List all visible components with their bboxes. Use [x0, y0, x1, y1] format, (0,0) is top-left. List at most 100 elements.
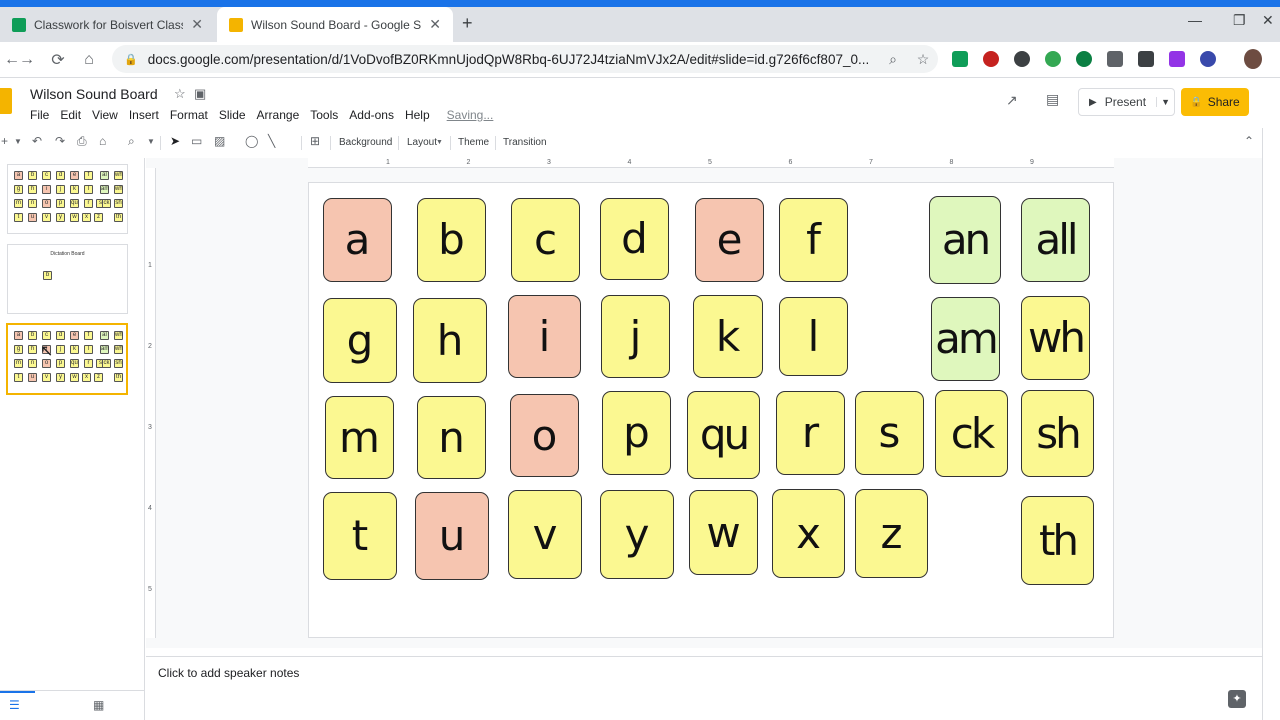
menu-file[interactable]: File	[30, 108, 49, 122]
sound-card-ck[interactable]: ck	[935, 390, 1008, 477]
minimize-icon[interactable]: —	[1188, 12, 1202, 28]
menu-help[interactable]: Help	[405, 108, 430, 122]
search-icon[interactable]: ⌕	[878, 51, 908, 68]
slide-thumbnail-3[interactable]: a b c d e f al wh g h i j k l am wh m n o p qu r s ck sh t u v y w x z t…	[6, 323, 128, 395]
menu-arrange[interactable]: Arrange	[257, 108, 300, 122]
sound-card-w[interactable]: w	[689, 490, 758, 575]
vertical-ruler[interactable]: 1 2 3 4 5	[146, 168, 156, 638]
sound-card-d[interactable]: d	[600, 198, 669, 280]
sound-card-n[interactable]: n	[417, 396, 486, 479]
sound-card-z[interactable]: z	[855, 489, 928, 578]
grid-view-icon[interactable]: ▦	[93, 698, 104, 712]
slides-logo-icon[interactable]	[0, 88, 12, 114]
sound-card-qu[interactable]: qu	[687, 391, 760, 479]
sound-card-g[interactable]: g	[323, 298, 397, 383]
activity-dashboard-icon[interactable]: ↗	[1006, 92, 1018, 109]
text-box-icon[interactable]: ▭	[191, 134, 202, 148]
horizontal-ruler[interactable]: 1 2 3 4 5 6 7 8 9	[308, 158, 1114, 168]
tab-wilson-sound-board[interactable]: Wilson Sound Board - Google Sli ✕	[217, 7, 453, 42]
sound-card-m[interactable]: m	[325, 396, 394, 479]
sound-card-h[interactable]: h	[413, 298, 487, 383]
slide-canvas[interactable]: a b c d e f an all g h i j k l am wh m n o p qu r s ck sh t u v y w x z…	[308, 182, 1114, 638]
sound-card-c[interactable]: c	[511, 198, 580, 282]
sound-card-k[interactable]: k	[693, 295, 763, 378]
zoom-icon[interactable]: ⌕	[128, 134, 135, 149]
menu-insert[interactable]: Insert	[129, 108, 159, 122]
sound-card-o[interactable]: o	[510, 394, 579, 477]
chevron-down-icon[interactable]: ▼	[436, 139, 443, 146]
extension-icon[interactable]	[1076, 51, 1092, 67]
new-tab-button[interactable]: +	[462, 13, 473, 34]
present-button[interactable]: ▶ Present ▼	[1078, 88, 1175, 116]
menu-tools[interactable]: Tools	[310, 108, 338, 122]
speaker-notes[interactable]: Click to add speaker notes	[146, 656, 1262, 690]
add-comment-icon[interactable]: ⊞	[310, 134, 320, 148]
extension-icon[interactable]	[1107, 51, 1123, 67]
sound-card-b[interactable]: b	[417, 198, 486, 282]
avatar[interactable]	[1244, 49, 1262, 69]
document-title[interactable]: Wilson Sound Board	[30, 86, 158, 102]
sound-card-th[interactable]: th	[1021, 496, 1094, 585]
move-folder-icon[interactable]: ▣	[194, 86, 206, 102]
menu-slide[interactable]: Slide	[219, 108, 246, 122]
sound-card-i[interactable]: i	[508, 295, 581, 378]
chevron-down-icon[interactable]: ▼	[1156, 97, 1170, 107]
extension-icon[interactable]	[1045, 51, 1061, 67]
select-cursor-icon[interactable]: ➤	[170, 134, 180, 148]
filmstrip-view-icon[interactable]: ☰	[9, 698, 20, 712]
sound-card-wh[interactable]: wh	[1021, 296, 1090, 380]
explore-icon[interactable]: ✦	[1228, 690, 1246, 708]
print-icon[interactable]: ⎙	[77, 134, 87, 149]
extension-icon[interactable]	[1014, 51, 1030, 67]
extension-icon[interactable]	[1138, 51, 1154, 67]
sound-card-u[interactable]: u	[415, 492, 489, 580]
layout-button[interactable]: Layout	[407, 137, 437, 148]
sound-card-am[interactable]: am	[931, 297, 1000, 381]
close-icon[interactable]: ✕	[429, 16, 441, 33]
background-button[interactable]: Background	[339, 137, 392, 148]
sound-card-r[interactable]: r	[776, 391, 845, 475]
comments-icon[interactable]: ▤	[1046, 91, 1059, 108]
star-icon[interactable]: ☆	[174, 86, 186, 102]
save-status[interactable]: Saving...	[447, 108, 494, 122]
sound-card-e[interactable]: e	[695, 198, 764, 282]
tab-classwork[interactable]: Classwork for Boisvert Classroom ✕	[0, 7, 215, 42]
sound-card-sh[interactable]: sh	[1021, 390, 1094, 477]
sound-card-a[interactable]: a	[323, 198, 392, 282]
redo-icon[interactable]: ↷	[55, 134, 65, 148]
menu-edit[interactable]: Edit	[60, 108, 81, 122]
share-button[interactable]: 🔒 Share	[1181, 88, 1249, 116]
extension-icon[interactable]	[983, 51, 999, 67]
shape-icon[interactable]: ◯	[245, 134, 258, 148]
chevron-down-icon[interactable]: ▼	[14, 137, 22, 146]
reload-icon[interactable]: ⟳	[46, 48, 70, 72]
sound-card-l[interactable]: l	[779, 297, 848, 376]
address-bar[interactable]: 🔒 docs.google.com/presentation/d/1VoDvof…	[112, 45, 938, 73]
sound-card-j[interactable]: j	[601, 295, 670, 378]
sound-card-all[interactable]: all	[1021, 198, 1090, 282]
menu-add-ons[interactable]: Add-ons	[349, 108, 394, 122]
sound-card-f[interactable]: f	[779, 198, 848, 282]
theme-button[interactable]: Theme	[458, 137, 489, 148]
bookmark-star-icon[interactable]: ☆	[908, 51, 938, 68]
forward-icon[interactable]: →	[15, 48, 39, 72]
menu-view[interactable]: View	[92, 108, 118, 122]
sound-card-v[interactable]: v	[508, 490, 582, 579]
extension-icon[interactable]	[952, 51, 968, 67]
sound-card-s[interactable]: s	[855, 391, 924, 475]
slide-thumbnail-1[interactable]: a b c d e f al wh g h i j k l am wh m n o p qu r s ck sh t u v y w x z t…	[7, 164, 128, 234]
transition-button[interactable]: Transition	[503, 137, 547, 148]
sound-card-x[interactable]: x	[772, 489, 845, 578]
sound-card-p[interactable]: p	[602, 391, 671, 475]
line-icon[interactable]: ╲	[268, 134, 275, 148]
chevron-down-icon[interactable]: ▼	[147, 137, 155, 146]
undo-icon[interactable]: ↶	[32, 134, 42, 148]
sound-card-y[interactable]: y	[600, 490, 674, 579]
restore-icon[interactable]: ❐	[1233, 12, 1246, 29]
new-slide-icon[interactable]: +	[1, 134, 8, 148]
image-icon[interactable]: ▨	[214, 134, 225, 148]
close-window-icon[interactable]: ✕	[1262, 12, 1274, 29]
sound-card-t[interactable]: t	[323, 492, 397, 580]
slide-thumbnail-2[interactable]: Dictation Board b	[7, 244, 128, 314]
collapse-toolbar-icon[interactable]: ⌃	[1244, 134, 1254, 148]
